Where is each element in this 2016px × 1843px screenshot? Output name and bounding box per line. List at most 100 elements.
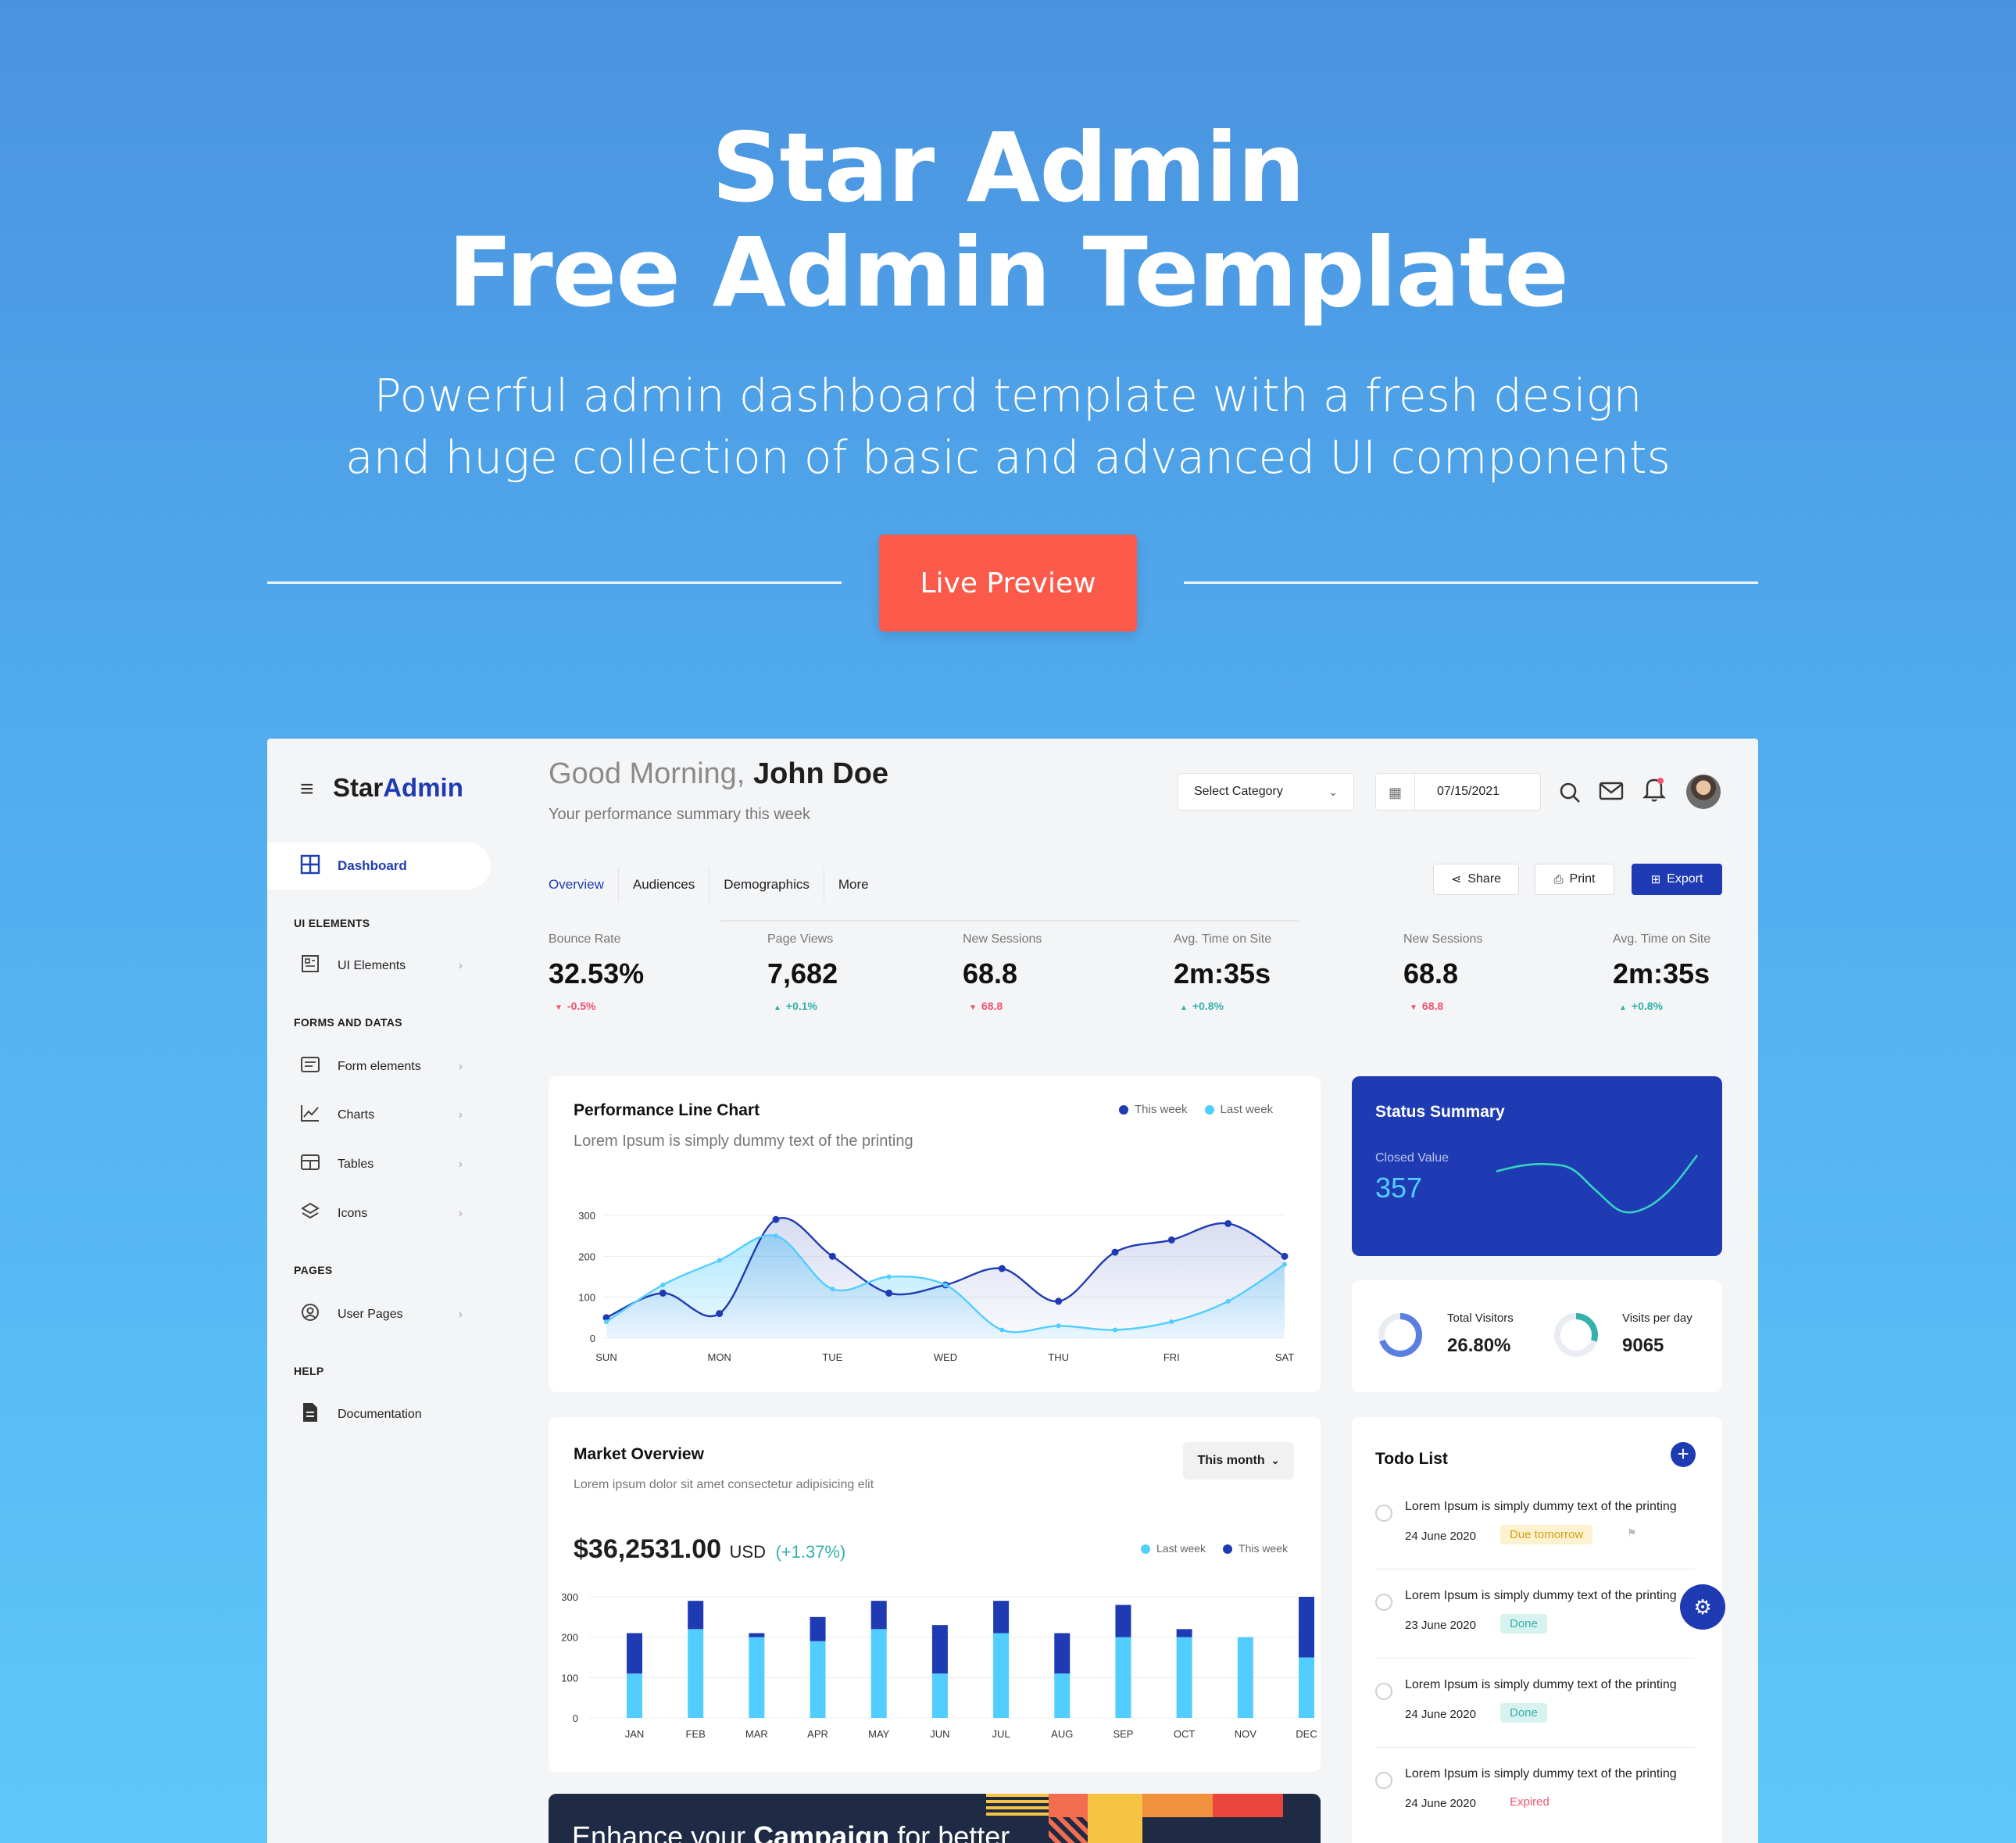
greeting-text: Good Morning, <box>549 757 745 790</box>
sidebar-item-user-pages[interactable]: User Pages › <box>298 1303 463 1326</box>
data-point <box>828 1252 836 1260</box>
date-value: 07/15/2021 <box>1437 785 1500 798</box>
settings-gear-icon[interactable]: ⚙ <box>1680 1584 1725 1630</box>
avatar[interactable] <box>1686 775 1721 809</box>
x-tick-label: FRI <box>1163 1351 1180 1363</box>
y-tick-label: 100 <box>578 1292 595 1304</box>
layout-icon <box>298 954 322 978</box>
data-point <box>1055 1297 1063 1305</box>
search-icon[interactable] <box>1558 781 1585 807</box>
data-point <box>1281 1252 1289 1260</box>
export-button[interactable]: ⊞ Export <box>1632 864 1722 895</box>
trend-down-icon: ▼ <box>1410 1004 1417 1012</box>
y-tick-label: 200 <box>561 1632 578 1644</box>
bar-segment <box>1176 1629 1192 1637</box>
visitors-card: Total Visitors 26.80% Visits per day 906… <box>1352 1280 1722 1392</box>
todo-checkbox[interactable] <box>1375 1594 1392 1611</box>
document-icon <box>298 1402 322 1428</box>
stat-card: Avg. Time on Site 2m:35s ▲ +0.8% <box>1174 932 1271 1012</box>
chevron-right-icon: › <box>458 1158 463 1171</box>
sidebar-item-documentation[interactable]: Documentation <box>298 1402 463 1428</box>
todo-card: Todo List + Lorem Ipsum is simply dummy … <box>1352 1417 1722 1843</box>
todo-text: Lorem Ipsum is simply dummy text of the … <box>1405 1767 1677 1780</box>
bar-segment <box>1237 1637 1253 1718</box>
date-picker[interactable]: ▦ 07/15/2021 <box>1375 773 1541 811</box>
sparkline-line <box>1496 1154 1699 1214</box>
sidebar-item-label: UI Elements <box>338 959 406 972</box>
todo-checkbox[interactable] <box>1375 1772 1392 1789</box>
sidebar-item-label: Dashboard <box>338 858 407 873</box>
sidebar-item-ui-elements[interactable]: UI Elements › <box>298 954 463 978</box>
stat-change: ▼ 68.8 <box>969 1000 1003 1012</box>
add-todo-button[interactable]: + <box>1671 1442 1696 1467</box>
category-select[interactable]: Select Category ⌄ <box>1178 773 1354 811</box>
total-visitors-value: 26.80% <box>1447 1335 1511 1356</box>
share-button[interactable]: ⋖ Share <box>1433 864 1519 895</box>
todo-date: 23 June 2020 <box>1405 1619 1476 1632</box>
live-preview-button[interactable]: Live Preview <box>879 535 1137 632</box>
sidebar-item-label: Icons <box>338 1207 368 1220</box>
flag-icon: ⚑ <box>1627 1526 1637 1539</box>
visits-per-day-value: 9065 <box>1622 1335 1664 1356</box>
todo-date: 24 June 2020 <box>1405 1530 1476 1543</box>
hero-divider-left <box>267 582 842 584</box>
chevron-right-icon: › <box>458 1308 463 1321</box>
print-button[interactable]: ⎙ Print <box>1535 864 1614 895</box>
sidebar-item-charts[interactable]: Charts › <box>298 1104 463 1127</box>
menu-icon[interactable]: ≡ <box>300 776 314 803</box>
bar-segment <box>749 1637 765 1718</box>
todo-date: 24 June 2020 <box>1405 1797 1476 1810</box>
bell-icon[interactable] <box>1642 776 1669 803</box>
hero-divider-right <box>1184 582 1758 584</box>
sidebar-item-form-elements[interactable]: Form elements › <box>298 1055 463 1079</box>
data-point <box>943 1282 948 1287</box>
stat-card: New Sessions 68.8 ▼ 68.8 <box>963 932 1042 1012</box>
category-select-value: Select Category <box>1194 785 1283 798</box>
todo-item: Lorem Ipsum is simply dummy text of the … <box>1375 1678 1696 1733</box>
x-tick-label: SAT <box>1275 1351 1294 1363</box>
brand-logo[interactable]: StarAdmin <box>333 773 463 803</box>
brand-main: Star <box>333 773 384 802</box>
tab-audiences[interactable]: Audiences <box>619 868 710 902</box>
sidebar-item-label: Tables <box>338 1158 374 1171</box>
y-tick-label: 300 <box>561 1591 578 1603</box>
todo-checkbox[interactable] <box>1375 1683 1392 1700</box>
data-point <box>1282 1261 1287 1267</box>
bar-segment <box>1054 1673 1071 1718</box>
x-tick-label: JUN <box>930 1728 949 1740</box>
tab-more[interactable]: More <box>824 868 883 902</box>
user-circle-icon <box>298 1303 322 1327</box>
sidebar-item-tables[interactable]: Tables › <box>298 1153 463 1176</box>
tab-demographics[interactable]: Demographics <box>710 868 824 902</box>
stat-card: New Sessions 68.8 ▼ 68.8 <box>1403 932 1482 1012</box>
todo-text: Lorem Ipsum is simply dummy text of the … <box>1405 1678 1677 1691</box>
tab-overview[interactable]: Overview <box>549 868 619 902</box>
todo-checkbox[interactable] <box>1375 1505 1392 1522</box>
visits-per-day-label: Visits per day <box>1622 1312 1693 1325</box>
chevron-right-icon: › <box>458 1108 463 1122</box>
sidebar-item-icons[interactable]: Icons › <box>298 1202 463 1226</box>
x-tick-label: DEC <box>1296 1728 1317 1740</box>
data-point <box>886 1274 892 1279</box>
market-overview-card: Market Overview Lorem ipsum dolor sit am… <box>549 1417 1321 1772</box>
stat-card: Bounce Rate 32.53% ▼ -0.5% <box>549 932 644 1012</box>
stat-change: ▲ +0.8% <box>1619 1000 1663 1012</box>
x-tick-label: JAN <box>625 1728 645 1740</box>
sidebar-item-dashboard[interactable]: Dashboard <box>267 843 491 889</box>
x-tick-label: OCT <box>1174 1728 1196 1740</box>
greeting: Good Morning, John Doe <box>549 757 888 791</box>
data-point <box>774 1233 778 1239</box>
calendar-icon: ▦ <box>1376 774 1415 810</box>
grid-icon <box>298 854 322 878</box>
printer-icon: ⎙ <box>1553 872 1564 886</box>
x-tick-label: WED <box>934 1351 957 1363</box>
todo-text: Lorem Ipsum is simply dummy text of the … <box>1405 1589 1677 1602</box>
x-tick-label: SEP <box>1113 1728 1133 1740</box>
sidebar: ≡ StarAdmin Dashboard UI ELEMENTS UI Ele… <box>267 739 494 1843</box>
bar-segment <box>931 1673 948 1718</box>
hero-title-line1: Star Admin <box>711 113 1306 224</box>
mail-icon[interactable] <box>1599 781 1625 807</box>
hero-subtitle-line2: and huge collection of basic and advance… <box>345 431 1671 484</box>
stat-change: ▼ 68.8 <box>1410 1000 1444 1012</box>
share-icon: ⋖ <box>1450 873 1462 886</box>
